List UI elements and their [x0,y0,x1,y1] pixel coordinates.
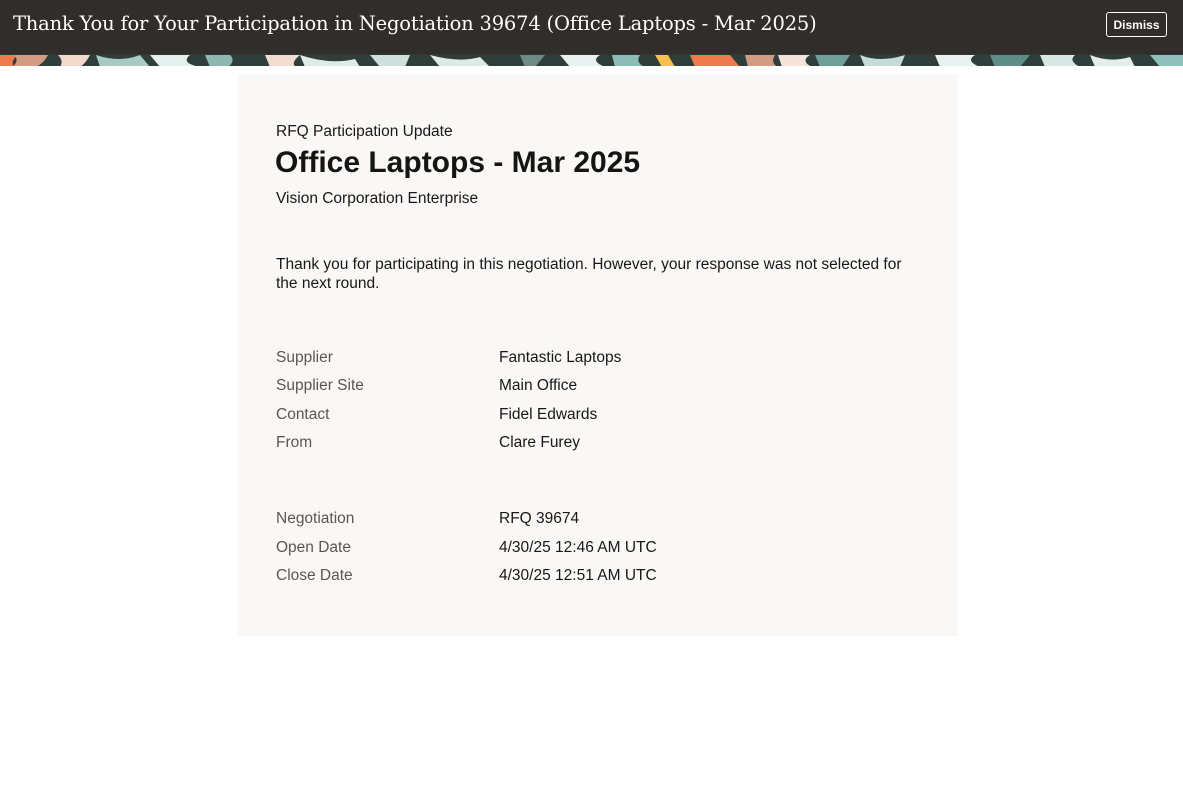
participation-message: Thank you for participating in this nego… [276,256,902,292]
detail-value: 4/30/25 12:46 AM UTC [499,539,657,556]
detail-row-supplier-site: Supplier Site Main Office [276,377,916,397]
detail-label: Contact [276,406,330,423]
detail-value: RFQ 39674 [499,510,580,527]
dismiss-button[interactable]: Dismiss [1106,12,1167,37]
decorative-banner [0,54,1183,66]
detail-value: Clare Furey [499,434,580,451]
organization-name: Vision Corporation Enterprise [276,190,479,207]
detail-value: Fantastic Laptops [499,349,622,366]
notification-card: RFQ Participation Update Office Laptops … [238,74,958,636]
detail-label: From [276,434,313,451]
detail-row-open-date: Open Date 4/30/25 12:46 AM UTC [276,539,916,559]
detail-label: Close Date [276,567,353,584]
detail-label: Supplier Site [276,377,364,394]
detail-value: Fidel Edwards [499,406,598,423]
detail-value: 4/30/25 12:51 AM UTC [499,567,657,584]
detail-row-supplier: Supplier Fantastic Laptops [276,349,916,369]
page-title: Thank You for Your Participation in Nego… [13,12,817,35]
detail-label: Negotiation [276,510,355,527]
detail-label: Supplier [276,349,333,366]
detail-row-from: From Clare Furey [276,434,916,454]
detail-row-close-date: Close Date 4/30/25 12:51 AM UTC [276,567,916,587]
detail-value: Main Office [499,377,578,394]
detail-label: Open Date [276,539,351,556]
banner-pattern [0,55,1183,66]
header-bar: Thank You for Your Participation in Nego… [0,0,1183,54]
negotiation-title: Office Laptops - Mar 2025 [275,146,641,179]
detail-row-negotiation: Negotiation RFQ 39674 [276,510,916,530]
card-subtitle: RFQ Participation Update [276,123,453,140]
detail-row-contact: Contact Fidel Edwards [276,406,916,426]
